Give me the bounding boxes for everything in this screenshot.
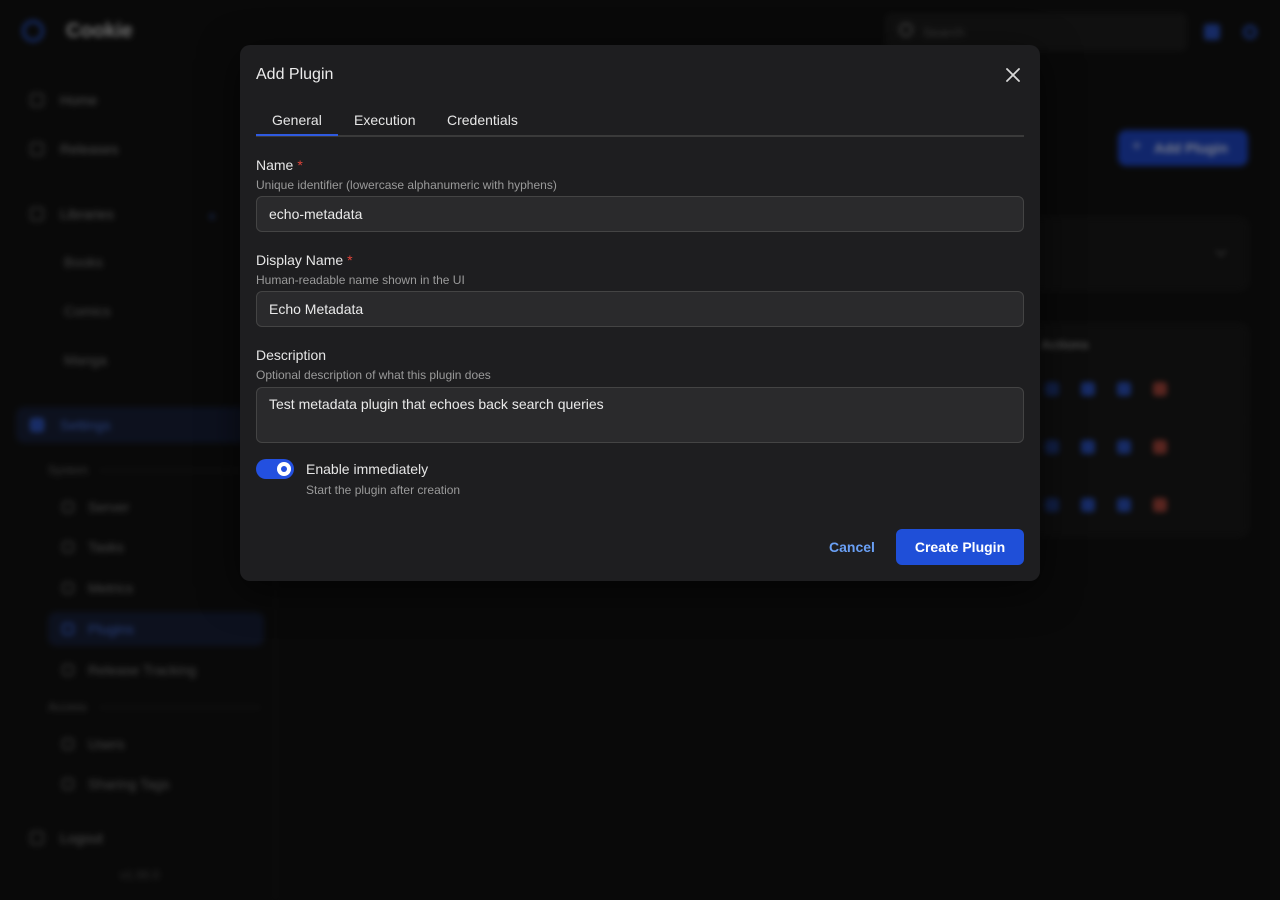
enable-immediately-label: Enable immediately: [306, 461, 429, 477]
enable-immediately-help: Start the plugin after creation: [306, 483, 461, 497]
description-label: Description: [256, 347, 327, 363]
display-name-label: Display Name *: [256, 252, 353, 268]
tab-execution[interactable]: Execution: [354, 112, 415, 128]
cancel-button[interactable]: Cancel: [800, 529, 904, 565]
tab-list: General Execution Credentials: [256, 103, 1024, 137]
required-mark: *: [297, 157, 303, 173]
active-tab-indicator: [256, 134, 338, 136]
description-help: Optional description of what this plugin…: [256, 368, 491, 382]
name-help: Unique identifier (lowercase alphanumeri…: [256, 178, 557, 192]
close-icon: [1006, 68, 1020, 82]
required-mark: *: [347, 252, 353, 268]
enable-immediately-toggle[interactable]: [256, 459, 294, 479]
display-name-input[interactable]: [256, 291, 1024, 327]
name-input[interactable]: [256, 196, 1024, 232]
display-name-help: Human-readable name shown in the UI: [256, 273, 465, 287]
tab-credentials[interactable]: Credentials: [447, 112, 518, 128]
create-plugin-button[interactable]: Create Plugin: [896, 529, 1024, 565]
toggle-knob: [277, 462, 291, 476]
tab-general[interactable]: General: [272, 112, 322, 128]
close-button[interactable]: [1002, 64, 1024, 86]
name-label-text: Name: [256, 157, 294, 173]
dialog-title: Add Plugin: [256, 66, 334, 83]
name-label: Name *: [256, 157, 303, 173]
add-plugin-dialog: Add Plugin General Execution Credentials…: [240, 45, 1040, 581]
display-name-label-text: Display Name: [256, 252, 344, 268]
description-textarea[interactable]: Test metadata plugin that echoes back se…: [256, 387, 1024, 443]
toggle-dot: [281, 466, 287, 472]
